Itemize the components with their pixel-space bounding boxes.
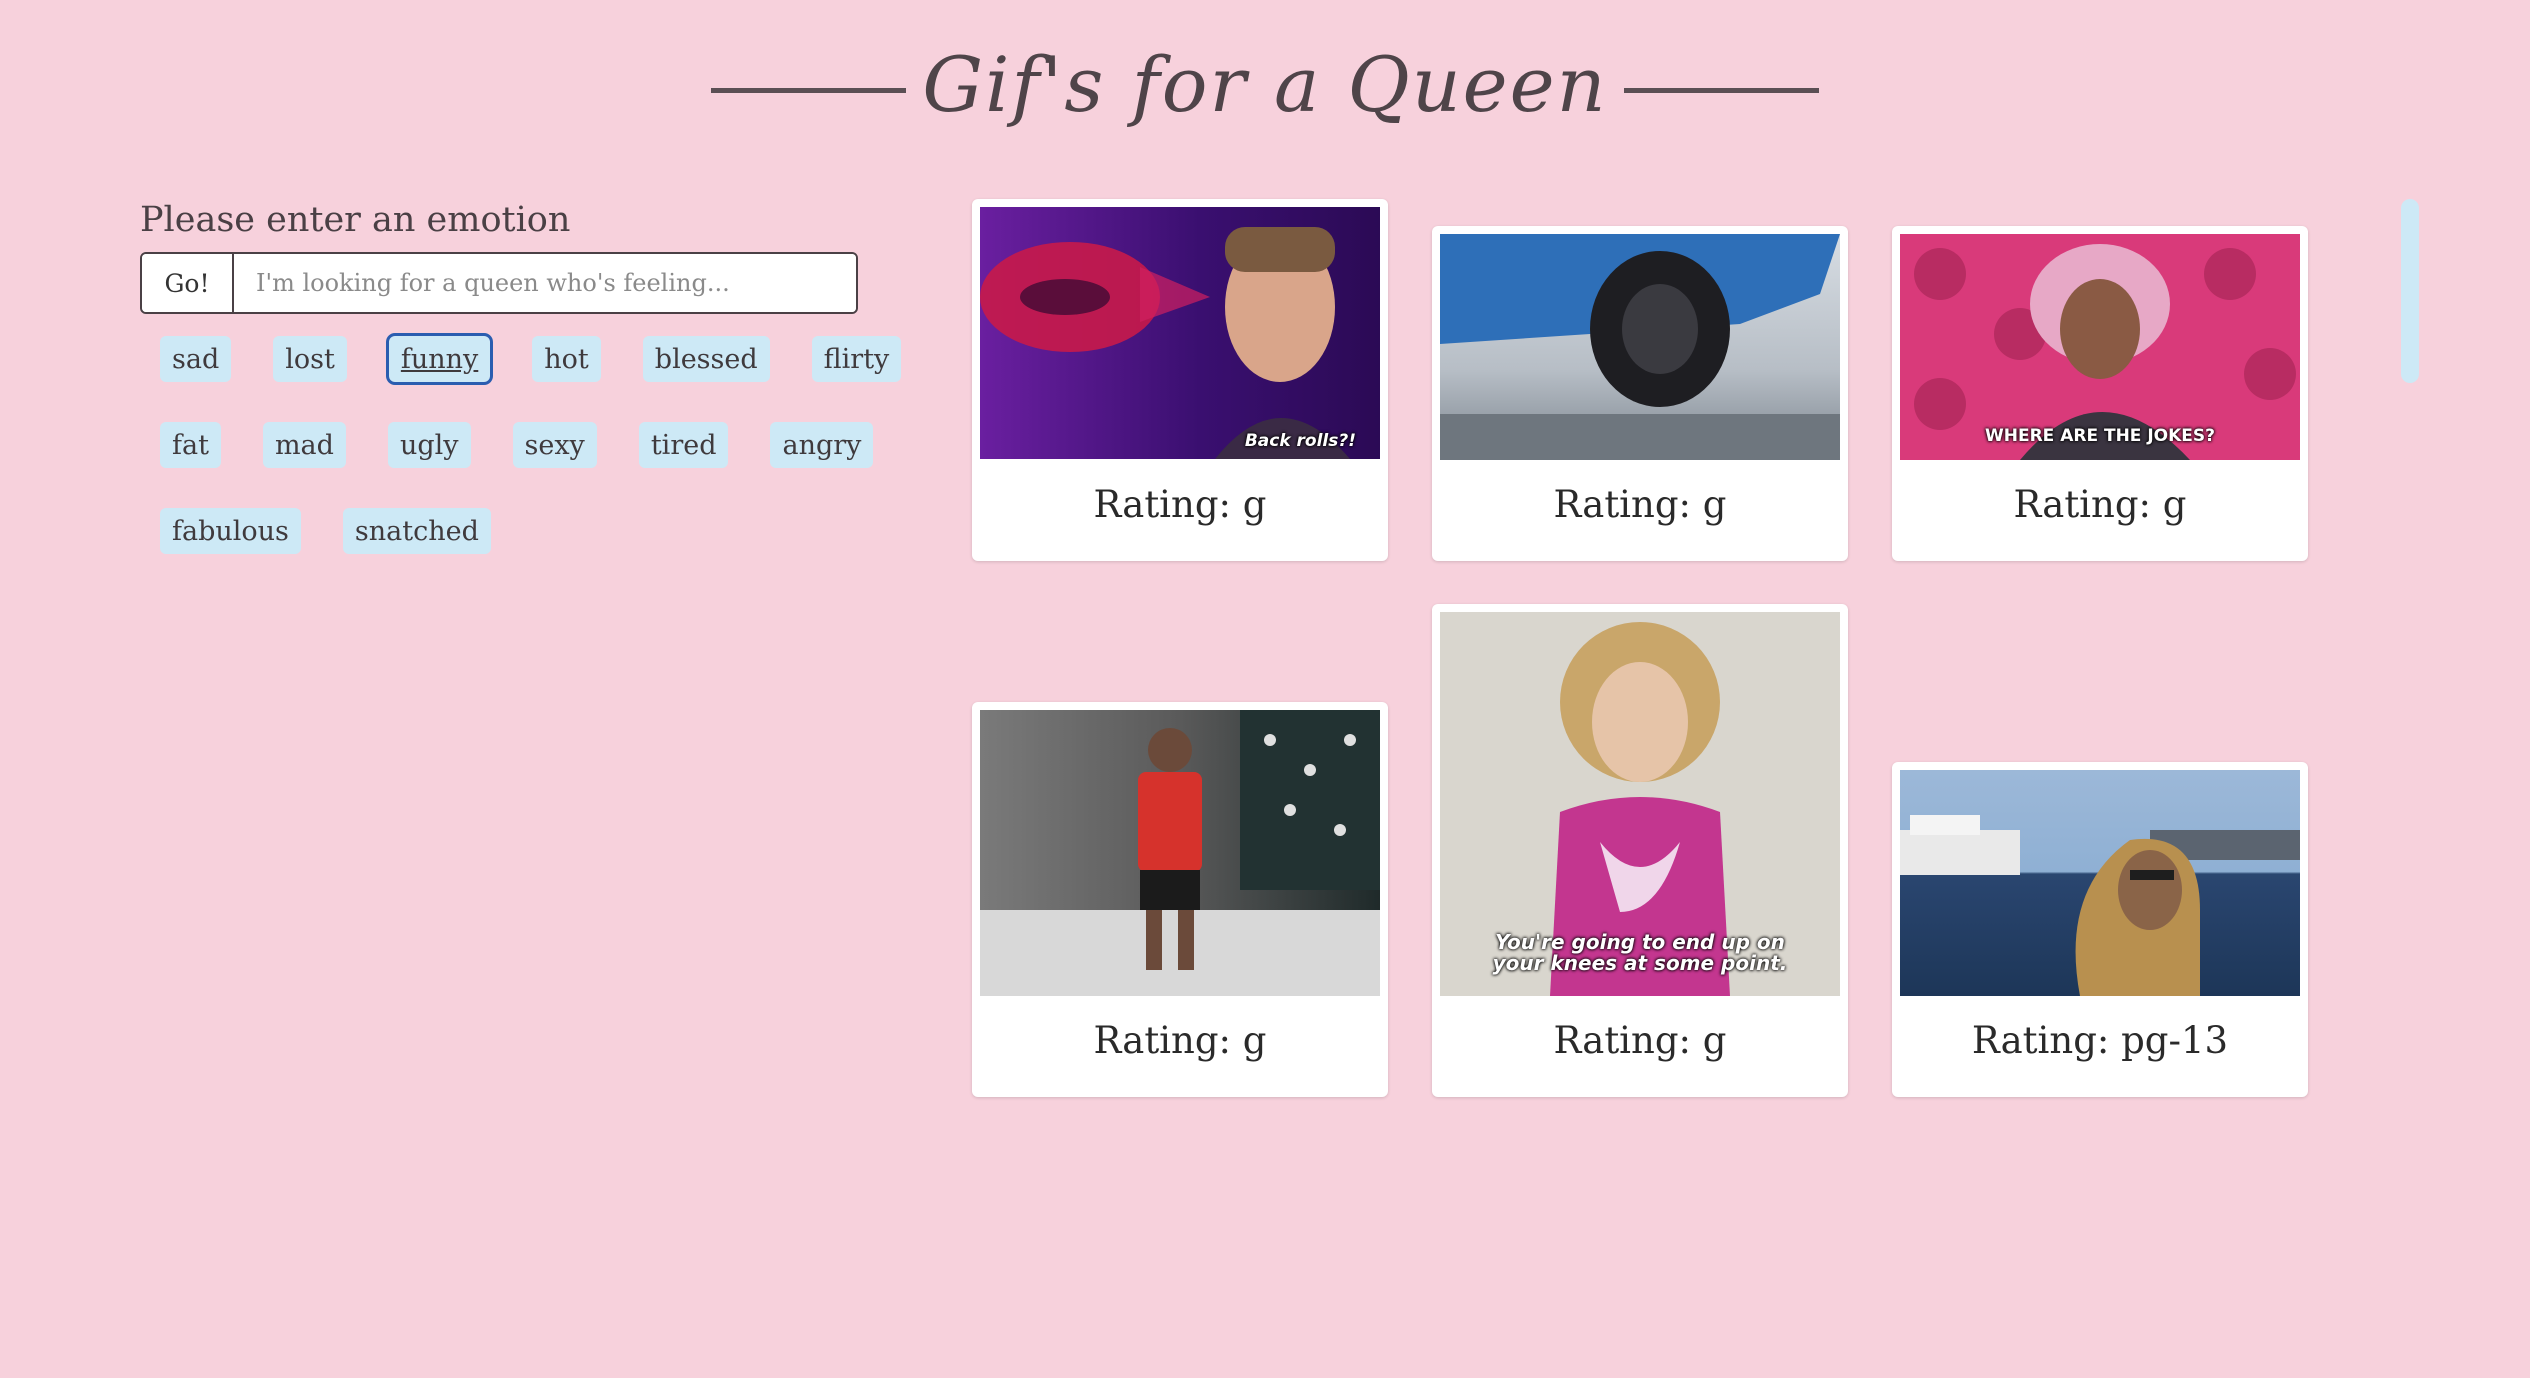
search-panel: Please enter an emotion Go! (140, 200, 860, 314)
tag-hot-button[interactable]: hot (532, 336, 601, 382)
gif-card[interactable]: Back rolls?! Rating: g (972, 199, 1388, 561)
gif-rating: Rating: g (1553, 483, 1727, 526)
gif-image[interactable] (1900, 770, 2300, 996)
tag-fabulous-button[interactable]: fabulous (160, 508, 301, 554)
gif-rating: Rating: pg-13 (1971, 1019, 2229, 1062)
go-button[interactable]: Go! (142, 254, 234, 312)
tag-flirty-button[interactable]: flirty (811, 336, 902, 382)
gif-card[interactable]: You're going to end up on your knees at … (1432, 604, 1848, 1097)
tag-mad-button[interactable]: mad (262, 422, 346, 468)
tag-row: fabulous snatched (140, 508, 860, 594)
tag-blessed-button[interactable]: blessed (642, 336, 770, 382)
page-header: Gif's for a Queen (0, 40, 2530, 129)
gif-graphic (980, 710, 1380, 996)
title-rule-right (1623, 88, 1819, 93)
gif-card[interactable]: Rating: g (1432, 226, 1848, 561)
gif-image[interactable]: Back rolls?! (980, 207, 1380, 459)
tag-sexy-button[interactable]: sexy (512, 422, 597, 468)
gif-caption: WHERE ARE THE JOKES? (1984, 426, 2215, 446)
emotion-search-input[interactable] (234, 254, 856, 312)
tag-row: fat mad ugly sexy tired angry (140, 422, 874, 508)
gif-image[interactable] (980, 710, 1380, 996)
gif-card[interactable]: Rating: g (972, 702, 1388, 1097)
gif-graphic (980, 227, 1350, 459)
tag-sad-button[interactable]: sad (160, 336, 232, 382)
tag-ugly-button[interactable]: ugly (387, 422, 471, 468)
tag-lost-button[interactable]: lost (273, 336, 347, 382)
page-title: Gif's for a Queen (922, 40, 1608, 129)
search-prompt: Please enter an emotion (140, 200, 571, 240)
gif-rating: Rating: g (1093, 483, 1267, 526)
gif-caption: Back rolls?! (1244, 431, 1356, 451)
tag-angry-button[interactable]: angry (770, 422, 874, 468)
gif-graphic (1900, 815, 2300, 996)
gif-rating: Rating: g (1093, 1019, 1267, 1062)
gif-rating: Rating: g (1553, 1019, 1727, 1062)
scrollbar-thumb[interactable] (2401, 199, 2419, 383)
gif-image[interactable] (1440, 234, 1840, 460)
gif-image[interactable]: WHERE ARE THE JOKES? (1900, 234, 2300, 460)
emotion-tags: sad lost funny hot blessed flirty fat ma… (140, 333, 902, 594)
gif-image[interactable]: You're going to end up on your knees at … (1440, 612, 1840, 996)
tag-row: sad lost funny hot blessed flirty (140, 333, 902, 422)
gif-caption: You're going to end up on your knees at … (1492, 930, 1788, 975)
gif-graphic (1440, 234, 1840, 460)
tag-tired-button[interactable]: tired (638, 422, 729, 468)
tag-funny-button[interactable]: funny (385, 333, 494, 385)
gif-rating: Rating: g (2013, 483, 2187, 526)
search-input-group: Go! (140, 252, 858, 314)
title-rule-left (711, 88, 907, 93)
tag-snatched-button[interactable]: snatched (342, 508, 491, 554)
gif-card[interactable]: Rating: pg-13 (1892, 762, 2308, 1097)
tag-fat-button[interactable]: fat (160, 422, 221, 468)
gif-card[interactable]: WHERE ARE THE JOKES? Rating: g (1892, 226, 2308, 561)
